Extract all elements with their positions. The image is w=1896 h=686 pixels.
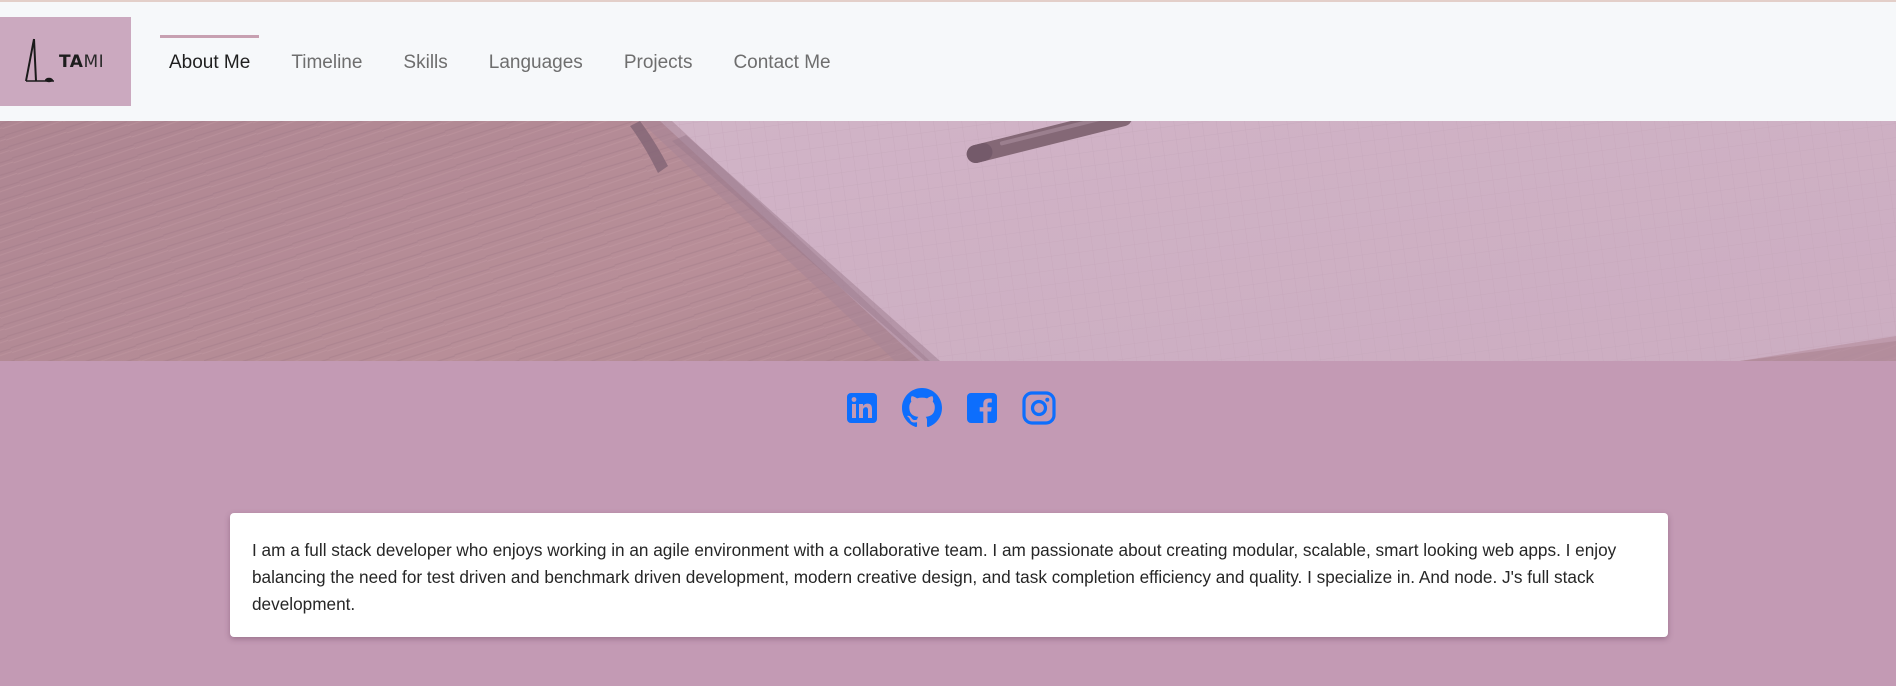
nav-item-about-me[interactable]: About Me xyxy=(160,35,260,88)
nav-item-languages[interactable]: Languages xyxy=(480,38,592,88)
social-links xyxy=(846,388,1080,433)
facebook-icon[interactable] xyxy=(966,392,998,429)
linkedin-icon[interactable] xyxy=(846,392,878,429)
nav-item-contact-me[interactable]: Contact Me xyxy=(724,38,839,88)
easel-logo-icon xyxy=(25,38,54,83)
about-me-text: I am a full stack developer who enjoys w… xyxy=(252,540,1617,614)
main-nav: About Me Timeline Skills Languages Proje… xyxy=(160,35,863,88)
brand-logo[interactable]: TAMI xyxy=(0,17,131,106)
nav-item-skills[interactable]: Skills xyxy=(394,38,456,88)
navbar: TAMI About Me Timeline Skills Languages … xyxy=(0,2,1896,121)
brand-name: TAMI xyxy=(59,52,105,72)
about-me-card: I am a full stack developer who enjoys w… xyxy=(230,513,1668,637)
nav-item-projects[interactable]: Projects xyxy=(615,38,702,88)
nav-item-timeline[interactable]: Timeline xyxy=(282,38,371,88)
hero-banner-image xyxy=(0,121,1896,361)
instagram-icon[interactable] xyxy=(1022,391,1056,430)
github-icon[interactable] xyxy=(902,388,942,433)
page: TAMI About Me Timeline Skills Languages … xyxy=(0,0,1896,686)
